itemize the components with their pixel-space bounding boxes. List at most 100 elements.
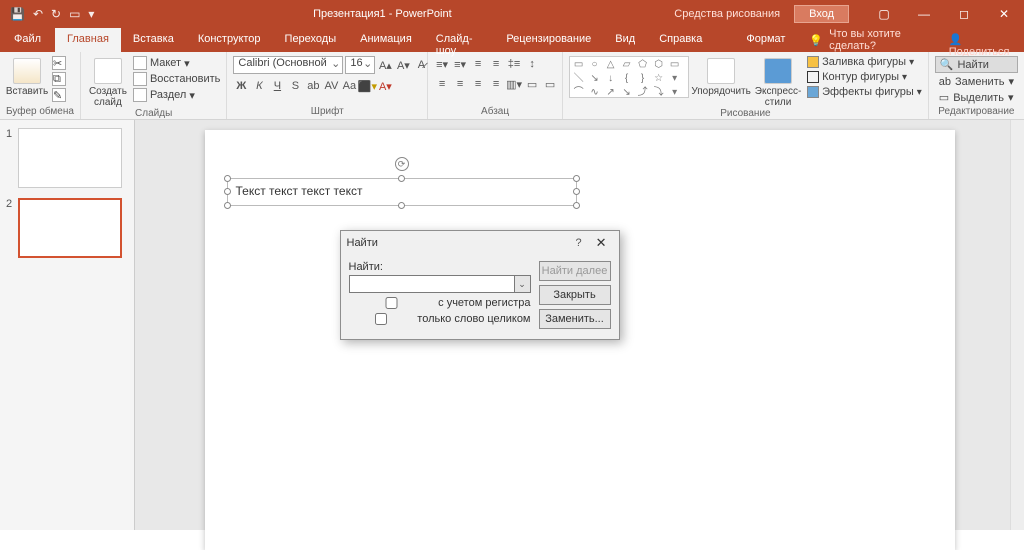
case-button[interactable]: Aa: [341, 78, 357, 94]
thumbnail-1[interactable]: 1: [6, 128, 128, 188]
resize-handle[interactable]: [573, 188, 580, 195]
tab-help[interactable]: Справка: [647, 28, 714, 52]
arrange-button[interactable]: Упорядочить: [693, 56, 749, 97]
font-family-select[interactable]: Calibri (Основной: [233, 56, 343, 74]
save-icon[interactable]: 💾: [10, 7, 25, 21]
resize-handle[interactable]: [224, 202, 231, 209]
shape-fill-button[interactable]: Заливка фигуры ▾: [807, 56, 922, 68]
maximize-icon[interactable]: ◻: [944, 0, 984, 28]
select-button[interactable]: ▭Выделить ▾: [935, 90, 1018, 105]
whole-word-checkbox[interactable]: только слово целиком: [349, 313, 531, 325]
tab-animations[interactable]: Анимация: [348, 28, 424, 52]
section-icon: [133, 88, 147, 102]
justify-button[interactable]: ≡: [488, 76, 504, 92]
tab-view[interactable]: Вид: [603, 28, 647, 52]
find-button[interactable]: 🔍Найти: [935, 56, 1018, 73]
resize-handle[interactable]: [398, 175, 405, 182]
find-input[interactable]: [349, 275, 515, 293]
paste-button[interactable]: Вставить: [6, 56, 48, 97]
layout-button[interactable]: Макет ▾: [133, 56, 220, 70]
line-spacing-button[interactable]: ‡≡: [506, 56, 522, 72]
clear-format-button[interactable]: A̷: [413, 57, 429, 73]
tab-file[interactable]: Файл: [0, 28, 55, 52]
vertical-scrollbar[interactable]: [1010, 120, 1024, 530]
shapes-gallery[interactable]: ▭○△▱⬠⬡▭ ＼↘↓{}☆▾ ⌒∿↗↘⤴⤵▾: [569, 56, 689, 98]
new-slide-button[interactable]: Создать слайд: [87, 56, 129, 108]
tab-design[interactable]: Конструктор: [186, 28, 273, 52]
italic-button[interactable]: К: [251, 78, 267, 94]
tab-insert[interactable]: Вставка: [121, 28, 186, 52]
reset-button[interactable]: Восстановить: [133, 72, 220, 86]
numbering-button[interactable]: ≡▾: [452, 56, 468, 72]
arrange-icon: [707, 58, 735, 84]
bold-button[interactable]: Ж: [233, 78, 249, 94]
font-color-button[interactable]: A▾: [377, 78, 393, 94]
replace-button[interactable]: abЗаменить ▾: [935, 74, 1018, 89]
help-icon[interactable]: ?: [567, 237, 589, 249]
text-direction-button[interactable]: ↕: [524, 56, 540, 72]
qat-more-icon[interactable]: ▾: [88, 7, 94, 21]
rotate-handle[interactable]: ⟳: [395, 157, 409, 171]
replace-button-dialog[interactable]: Заменить...: [539, 309, 611, 329]
grow-font-button[interactable]: A▴: [377, 57, 393, 73]
resize-handle[interactable]: [573, 202, 580, 209]
start-icon[interactable]: ▭: [69, 7, 80, 21]
align-center-button[interactable]: ≡: [452, 76, 468, 92]
work-area: 1 2 ⟳ Текст текст текст текст Найти: [0, 120, 1024, 530]
text-content[interactable]: Текст текст текст текст: [228, 179, 576, 203]
share-icon: 👤: [949, 34, 963, 46]
tell-me[interactable]: 💡Что вы хотите сделать?: [797, 28, 936, 52]
resize-handle[interactable]: [573, 175, 580, 182]
font-size-select[interactable]: 16: [345, 56, 375, 74]
shape-effects-button[interactable]: Эффекты фигуры ▾: [807, 86, 922, 98]
undo-icon[interactable]: ↶: [33, 7, 43, 21]
underline-button[interactable]: Ч: [269, 78, 285, 94]
section-button[interactable]: Раздел ▾: [133, 88, 220, 102]
slide[interactable]: ⟳ Текст текст текст текст Найти ? ✕: [205, 130, 955, 550]
indent-dec-button[interactable]: ≡: [470, 56, 486, 72]
bullets-button[interactable]: ≡▾: [434, 56, 450, 72]
resize-handle[interactable]: [224, 188, 231, 195]
tab-slideshow[interactable]: Слайд-шоу: [424, 28, 495, 52]
highlight-button[interactable]: ⬛▾: [359, 78, 375, 94]
ribbon-options-icon[interactable]: ▢: [864, 0, 904, 28]
redo-icon[interactable]: ↻: [51, 7, 61, 21]
tab-review[interactable]: Рецензирование: [494, 28, 603, 52]
window-title: Презентация1 - PowerPoint: [104, 8, 660, 20]
login-button[interactable]: Вход: [794, 5, 849, 23]
shrink-font-button[interactable]: A▾: [395, 57, 411, 73]
strike-button[interactable]: S: [287, 78, 303, 94]
align-right-button[interactable]: ≡: [470, 76, 486, 92]
close-icon[interactable]: ✕: [984, 0, 1024, 28]
slide-canvas: ⟳ Текст текст текст текст Найти ? ✕: [135, 120, 1024, 530]
smartart-button[interactable]: ▭: [542, 76, 558, 92]
minimize-icon[interactable]: —: [904, 0, 944, 28]
shape-outline-button[interactable]: Контур фигуры ▾: [807, 71, 922, 83]
resize-handle[interactable]: [224, 175, 231, 182]
spacing-button[interactable]: AV: [323, 78, 339, 94]
share-button[interactable]: 👤 Поделиться: [937, 28, 1024, 52]
close-button[interactable]: Закрыть: [539, 285, 611, 305]
cut-button[interactable]: ✂: [52, 56, 66, 70]
text-box[interactable]: ⟳ Текст текст текст текст: [227, 178, 577, 206]
align-text-button[interactable]: ▭: [524, 76, 540, 92]
tab-home[interactable]: Главная: [55, 28, 121, 52]
thumbnail-2[interactable]: 2: [6, 198, 128, 258]
find-history-dropdown[interactable]: ⌄: [515, 275, 531, 293]
match-case-checkbox[interactable]: с учетом регистра: [349, 297, 531, 309]
paste-icon: [13, 58, 41, 84]
align-left-button[interactable]: ≡: [434, 76, 450, 92]
dialog-close-icon[interactable]: ✕: [590, 235, 613, 251]
format-painter-button[interactable]: ✎: [52, 88, 66, 102]
resize-handle[interactable]: [398, 202, 405, 209]
tab-transitions[interactable]: Переходы: [273, 28, 349, 52]
indent-inc-button[interactable]: ≡: [488, 56, 504, 72]
columns-button[interactable]: ▥▾: [506, 76, 522, 92]
tab-format[interactable]: Формат: [734, 28, 797, 52]
group-font: Calibri (Основной 16 A▴ A▾ A̷ Ж К Ч S ab…: [227, 52, 428, 119]
quick-styles-button[interactable]: Экспресс- стили: [753, 56, 803, 108]
slide-thumbnails: 1 2: [0, 120, 135, 530]
shadow-button[interactable]: ab: [305, 78, 321, 94]
copy-button[interactable]: ⧉: [52, 72, 66, 86]
find-next-button[interactable]: Найти далее: [539, 261, 611, 281]
